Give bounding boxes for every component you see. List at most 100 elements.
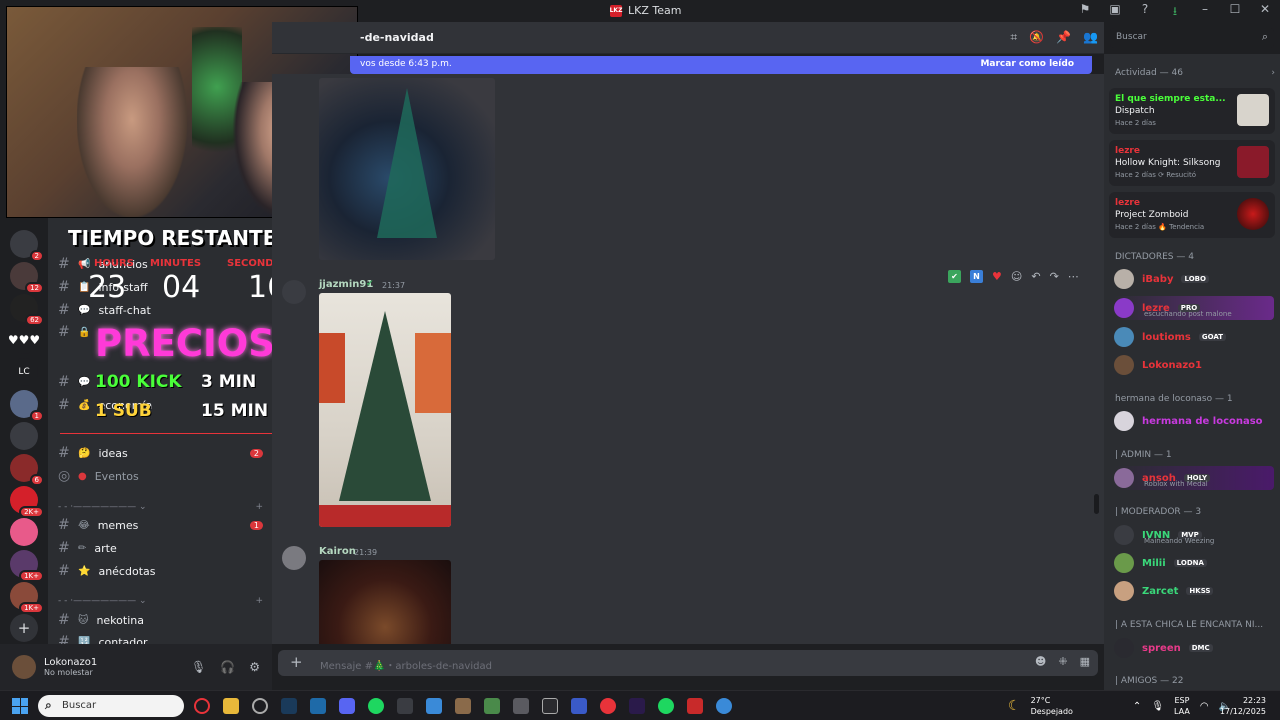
help-icon[interactable]: ? (1130, 2, 1160, 23)
chevron-up-icon[interactable]: ⌃ (1133, 701, 1141, 712)
settings-gear-icon[interactable]: ⚙ (249, 660, 260, 674)
inbox-icon[interactable]: ⚑ (1070, 2, 1100, 23)
lkz-server-icon[interactable]: 2K+ (10, 486, 44, 518)
member-item[interactable]: ansoh HOLY Roblox with Medal (1114, 466, 1274, 490)
server-icon[interactable]: 6 (10, 454, 44, 486)
download-icon[interactable]: ⭳ (1160, 2, 1190, 23)
add-channel-icon[interactable]: + (255, 502, 263, 512)
mute-icon[interactable]: 🔕 (1029, 30, 1044, 45)
message-attachment-image[interactable] (319, 560, 451, 644)
search-input[interactable]: Buscar ⌕ (1110, 28, 1274, 48)
server-icon[interactable]: 1K+ (10, 550, 44, 582)
server-icon[interactable]: 1 (10, 390, 44, 422)
members-icon[interactable]: 👥 (1083, 30, 1098, 45)
channel-ideas[interactable]: # 🤔 ideas 2 (58, 443, 263, 463)
app-icon[interactable] (687, 698, 703, 714)
server-icon[interactable]: 2 (10, 230, 44, 262)
message-attachment-image[interactable] (319, 293, 451, 527)
activity-card[interactable]: lezre Project Zomboid Hace 2 días 🔥 Tend… (1109, 192, 1275, 238)
threads-icon[interactable]: ⌗ (1010, 30, 1017, 45)
server-icon[interactable] (10, 422, 38, 450)
screen-icon[interactable]: ▣ (1100, 2, 1130, 23)
channel-anecdotas[interactable]: # ⭐ anécdotas (58, 561, 263, 581)
apps-icon[interactable]: ⁜ (1058, 655, 1067, 668)
check-reaction-icon[interactable]: ✔ (948, 270, 961, 283)
category-header[interactable]: - - ·——————— ⌄ + (58, 594, 263, 608)
channel-contador[interactable]: # 🔢 contador (58, 632, 263, 644)
more-icon[interactable]: ⋯ (1068, 270, 1079, 283)
app-icon[interactable] (513, 698, 529, 714)
app-icon[interactable] (310, 698, 326, 714)
member-item[interactable]: Lokonazo1 (1114, 353, 1274, 377)
app-icon[interactable] (600, 698, 616, 714)
activity-card[interactable]: lezre Hollow Knight: Silksong Hace 2 día… (1109, 140, 1275, 186)
category-header[interactable]: - - ·——————— ⌄ + (58, 500, 263, 514)
app-icon[interactable] (629, 698, 645, 714)
add-channel-icon[interactable]: + (255, 596, 263, 606)
headphones-icon[interactable]: 🎧 (220, 660, 235, 674)
server-icon[interactable] (10, 518, 38, 546)
message-composer[interactable]: + Mensaje #🎄・arboles-de-navidad ☻ ⁜ ▦ (278, 650, 1098, 676)
app-icon[interactable] (397, 698, 413, 714)
channel-memes[interactable]: # 😂 memes 1 (58, 515, 263, 535)
member-item[interactable]: loutioms GOAT (1114, 325, 1274, 349)
member-item[interactable]: lezre PRO escuchando post malone (1114, 296, 1274, 320)
member-item[interactable]: IVNN MVP Maineando Weezing (1114, 523, 1274, 547)
pin-icon[interactable]: 📌 (1056, 30, 1071, 45)
app-icon[interactable] (716, 698, 732, 714)
app-icon[interactable] (484, 698, 500, 714)
scrollbar[interactable] (1094, 494, 1099, 514)
new-messages-bar[interactable]: vos desde 6:43 p.m. Marcar como leído (350, 56, 1092, 74)
heart-reaction-icon[interactable]: ♥ (992, 270, 1002, 283)
spotify-icon[interactable] (658, 698, 674, 714)
file-explorer-icon[interactable] (223, 698, 239, 714)
avatar[interactable] (282, 546, 306, 570)
bitwarden-icon[interactable] (571, 698, 587, 714)
emoji-icon[interactable]: ☻ (1035, 655, 1046, 668)
app-icon[interactable] (542, 698, 558, 714)
channel-nekotina[interactable]: # 🐱 nekotina (58, 610, 263, 630)
close-button[interactable]: ✕ (1250, 2, 1280, 23)
minimize-button[interactable]: – (1190, 2, 1220, 23)
spotify-icon[interactable] (368, 698, 384, 714)
message-author[interactable]: Kairon (319, 546, 356, 557)
message-input[interactable]: Mensaje #🎄・arboles-de-navidad (320, 657, 492, 672)
wifi-icon[interactable]: ◠ (1200, 701, 1209, 712)
add-reaction-icon[interactable]: ☺ (1011, 270, 1022, 283)
steam-icon[interactable] (281, 698, 297, 714)
avatar[interactable] (12, 655, 36, 679)
add-server-icon[interactable]: + (10, 614, 38, 642)
gift-icon[interactable]: ▦ (1080, 655, 1090, 668)
taskbar-search[interactable]: ⌕ Buscar (38, 695, 184, 717)
member-item[interactable]: hermana de loconaso (1114, 409, 1274, 433)
server-icon[interactable]: 1K+ (10, 582, 44, 614)
windows-start-icon[interactable] (12, 698, 28, 714)
clock[interactable]: 22:23 17/12/2025 (1220, 695, 1266, 717)
opera-icon[interactable] (194, 698, 210, 714)
app-icon[interactable] (455, 698, 471, 714)
mark-as-read-button[interactable]: Marcar como leído (980, 59, 1074, 69)
message-attachment-image[interactable] (319, 78, 495, 260)
member-item[interactable]: iBaby LOBO (1114, 267, 1274, 291)
notes-icon[interactable] (426, 698, 442, 714)
reply-icon[interactable]: ↶ (1031, 270, 1040, 283)
server-icon[interactable]: LC (10, 358, 38, 386)
upload-plus-icon[interactable]: + (290, 653, 303, 671)
channel-eventos[interactable]: ◎ ● Eventos (58, 466, 263, 486)
hearts-server-icon[interactable]: ♥♥♥ (8, 326, 40, 354)
member-item[interactable]: Zarcet HKSS (1114, 579, 1274, 603)
mic-tray-icon[interactable]: 🎙 (1151, 701, 1164, 712)
channel-arte[interactable]: # ✏ arte (58, 538, 263, 558)
chevron-right-icon[interactable]: › (1271, 68, 1275, 78)
avatar[interactable] (282, 280, 306, 304)
discord-taskbar-icon[interactable] (339, 698, 355, 714)
activity-card[interactable]: El que siempre esta... Dispatch Hace 2 d… (1109, 88, 1275, 134)
chatgpt-icon[interactable] (252, 698, 268, 714)
server-icon[interactable]: 12 (10, 262, 44, 294)
member-item[interactable]: spreen DMC (1114, 636, 1274, 660)
maximize-button[interactable]: ☐ (1220, 2, 1250, 23)
microphone-icon[interactable]: 🎙 (191, 660, 206, 674)
language-indicator[interactable]: ESP LAA (1174, 695, 1190, 717)
member-item[interactable]: Milii LODNA (1114, 551, 1274, 575)
n-reaction-icon[interactable]: N (970, 270, 983, 283)
